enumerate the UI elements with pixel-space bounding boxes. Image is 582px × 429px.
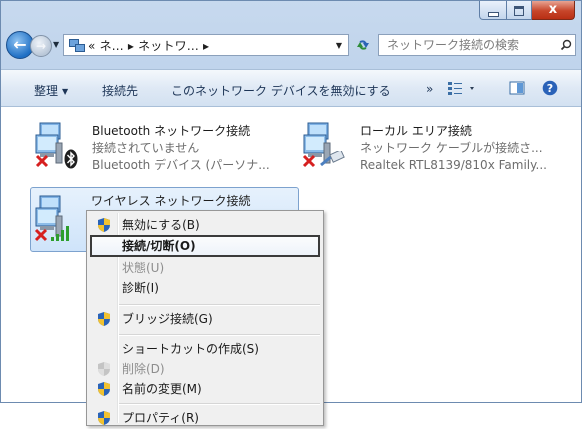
close-icon: x (548, 2, 558, 17)
minimize-button[interactable] (479, 1, 507, 20)
menu-label: ブリッジ接続(G) (122, 312, 213, 326)
minimize-icon (488, 12, 499, 17)
forward-button[interactable]: → (30, 35, 52, 57)
maximize-button[interactable] (507, 1, 532, 20)
connection-text: Bluetooth ネットワーク接続 接続されていません Bluetooth デ… (92, 123, 270, 174)
chevron-down-icon: ▼ (62, 87, 69, 96)
caption-buttons: x (479, 1, 575, 21)
network-folder-icon (69, 38, 85, 52)
connection-name: ワイヤレス ネットワーク接続 (91, 194, 251, 208)
disconnected-x-icon (35, 154, 49, 168)
bluetooth-icon (64, 149, 78, 169)
help-icon: ? (542, 80, 558, 96)
uac-shield-icon (98, 218, 110, 232)
connect-to-button[interactable]: 接続先 (102, 82, 138, 99)
maximize-icon (514, 6, 524, 16)
connection-device: Realtek RTL8139/810x Family... (360, 158, 547, 172)
menu-separator (119, 334, 320, 336)
command-bar: 整理 ▼ 接続先 このネットワーク デバイスを無効にする » ? (1, 69, 581, 107)
connection-status: ネットワーク ケーブルが接続さ... (360, 141, 543, 155)
connection-text: ローカル エリア接続 ネットワーク ケーブルが接続さ... Realtek RT… (360, 123, 547, 174)
organize-menu[interactable]: 整理 ▼ (34, 82, 68, 99)
ethernet-cable-icon (320, 151, 345, 167)
close-button[interactable]: x (532, 1, 575, 20)
menu-label: プロパティ(R) (122, 411, 199, 425)
menu-label: 名前の変更(M) (122, 382, 202, 396)
change-view-button[interactable] (448, 81, 478, 98)
connection-name: ローカル エリア接続 (360, 124, 472, 138)
uac-shield-icon (98, 382, 110, 396)
menu-label: 状態(U) (122, 261, 165, 275)
search-icon[interactable] (557, 39, 575, 51)
more-commands-button[interactable]: » (426, 82, 433, 96)
search-input[interactable] (379, 36, 557, 54)
address-dropdown-icon[interactable]: ▼ (336, 41, 342, 50)
menu-item-rename[interactable]: 名前の変更(M) (89, 378, 321, 400)
recent-pages-dropdown[interactable]: ▼ (53, 40, 59, 49)
breadcrumb-segment-1[interactable]: ネ... (100, 39, 124, 53)
connection-status: 接続されていません (92, 141, 200, 155)
organize-label: 整理 (34, 84, 59, 98)
uac-shield-icon (98, 312, 110, 326)
refresh-icon (357, 40, 369, 50)
breadcrumb-separator-2[interactable]: ▸ (203, 39, 209, 53)
uac-shield-icon (98, 411, 110, 425)
menu-separator (119, 403, 320, 405)
disconnected-x-icon (34, 228, 48, 242)
view-options-icon (448, 82, 474, 95)
help-button[interactable]: ? (542, 80, 558, 99)
menu-label: 接続/切断(O) (122, 239, 196, 253)
forward-arrow-icon: → (35, 39, 47, 53)
menu-label: 削除(D) (122, 362, 165, 376)
context-menu: 無効にする(B) 接続/切断(O) 状態(U) 診断(I) ブリッジ接続(G) … (86, 210, 324, 426)
menu-label: 無効にする(B) (122, 218, 200, 232)
search-box (378, 34, 576, 56)
menu-item-bridge[interactable]: ブリッジ接続(G) (89, 308, 321, 330)
uac-shield-icon (98, 362, 110, 376)
svg-text:?: ? (547, 82, 553, 95)
breadcrumb-segment-2[interactable]: ネットワ... (138, 39, 199, 53)
connection-item-local-area[interactable]: ローカル エリア接続 ネットワーク ケーブルが接続さ... Realtek RT… (302, 121, 562, 177)
breadcrumb-separator-1[interactable]: ▸ (128, 39, 134, 53)
address-path: « ネ... ▸ ネットワ... ▸ (88, 37, 209, 54)
address-bar[interactable]: « ネ... ▸ ネットワ... ▸ ▼ (63, 34, 349, 56)
menu-item-diagnose[interactable]: 診断(I) (89, 277, 321, 299)
menu-item-connect-disconnect[interactable]: 接続/切断(O) (90, 235, 320, 257)
address-overflow[interactable]: « (88, 39, 96, 53)
menu-separator (119, 304, 320, 306)
wireless-signal-icon (51, 226, 69, 241)
refresh-button[interactable] (350, 34, 376, 56)
connection-device: Bluetooth デバイス (パーソナ... (92, 158, 270, 172)
disable-device-button[interactable]: このネットワーク デバイスを無効にする (171, 82, 391, 99)
menu-item-status: 状態(U) (89, 257, 321, 279)
disconnected-x-icon (302, 154, 316, 168)
preview-pane-icon (509, 81, 525, 95)
menu-label: 診断(I) (122, 281, 159, 295)
preview-pane-button[interactable] (509, 81, 525, 98)
menu-item-disable[interactable]: 無効にする(B) (89, 214, 321, 236)
connection-item-bluetooth[interactable]: Bluetooth ネットワーク接続 接続されていません Bluetooth デ… (34, 121, 274, 177)
menu-item-delete: 削除(D) (89, 358, 321, 380)
menu-label: ショートカットの作成(S) (122, 342, 259, 356)
menu-item-create-shortcut[interactable]: ショートカットの作成(S) (89, 338, 321, 360)
connection-name: Bluetooth ネットワーク接続 (92, 124, 251, 138)
